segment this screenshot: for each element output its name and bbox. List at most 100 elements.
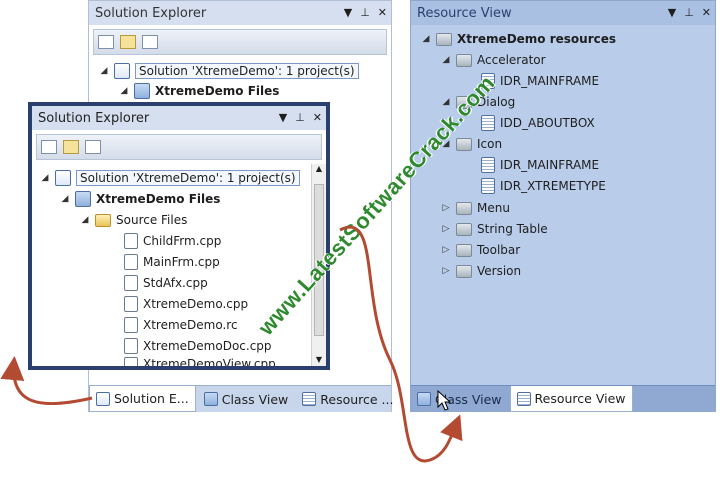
collapse-icon[interactable]: ◢ [60, 194, 70, 204]
expand-icon[interactable]: ▷ [441, 266, 451, 276]
solution-icon [96, 391, 110, 406]
resource-title-buttons: ▼ ⊥ ✕ [668, 7, 711, 19]
dropdown-icon[interactable]: ▼ [279, 112, 287, 124]
tree-label: Icon [477, 137, 503, 151]
tree-label: IDR_MAINFRAME [500, 158, 600, 172]
tree-item-project[interactable]: ◢ XtremeDemo Files [60, 189, 220, 209]
tree-item-file[interactable]: StdAfx.cpp [124, 273, 208, 293]
folder-icon [456, 264, 472, 278]
collapse-icon[interactable]: ◢ [119, 86, 129, 96]
cpp-file-icon [124, 275, 138, 291]
dropdown-icon[interactable]: ▼ [344, 7, 352, 19]
folder-icon [436, 32, 452, 46]
tree-label: XtremeDemo.rc [143, 318, 238, 332]
tab-resource-view[interactable]: Resource ... [296, 386, 399, 412]
resource-icon [516, 391, 531, 406]
resource-tab-strip: Class View Resource View [411, 385, 715, 412]
tree-item-file[interactable]: XtremeDemo.cpp [124, 294, 248, 314]
tree-label: IDD_ABOUTBOX [500, 116, 595, 130]
tab-solution-explorer[interactable]: Solution E... [89, 386, 196, 412]
tree-label: XtremeDemoView.cpp [143, 357, 276, 366]
tab-class-view[interactable]: Class View [198, 386, 295, 412]
pin-icon[interactable]: ⊥ [360, 7, 370, 19]
tree-item-solution[interactable]: ◢ Solution 'XtremeDemo': 1 project(s) [40, 168, 300, 188]
tree-label: ChildFrm.cpp [143, 234, 222, 248]
collapse-icon[interactable]: ◢ [421, 34, 431, 44]
tree-item-file[interactable]: MainFrm.cpp [124, 252, 220, 272]
tree-item-resource[interactable]: IDR_MAINFRAME [481, 71, 599, 91]
tree-item-resource[interactable]: IDR_MAINFRAME [481, 155, 599, 175]
rc-file-icon [124, 317, 138, 333]
cpp-file-icon [124, 233, 138, 249]
tree-item-menu[interactable]: ▷ Menu [441, 198, 510, 218]
tree-item-resource[interactable]: IDR_XTREMETYPE [481, 176, 606, 196]
pin-icon[interactable]: ⊥ [295, 112, 305, 124]
refresh-icon[interactable] [85, 140, 101, 154]
expand-icon[interactable]: ▷ [441, 245, 451, 255]
solution-icon [114, 63, 130, 79]
tab-label: Resource View [534, 391, 626, 406]
expand-icon[interactable]: ▷ [441, 224, 451, 234]
floating-solution-explorer[interactable]: Solution Explorer ▼ ⊥ ✕ ◢ Solution 'Xtre… [28, 102, 330, 370]
class-view-icon [417, 392, 431, 406]
tree-item-accelerator[interactable]: ◢ Accelerator [441, 50, 546, 70]
tree-label: XtremeDemo Files [155, 84, 280, 98]
tab-resource-view[interactable]: Resource View [509, 386, 633, 412]
tree-label: Version [477, 264, 522, 278]
properties-icon[interactable] [98, 35, 114, 49]
tree-label: Toolbar [477, 243, 521, 257]
collapse-icon[interactable]: ◢ [441, 55, 451, 65]
tree-item-version[interactable]: ▷ Version [441, 261, 522, 281]
pin-icon[interactable]: ⊥ [684, 7, 694, 19]
back-titlebar: Solution Explorer ▼ ⊥ ✕ [89, 1, 391, 25]
tree-label: Menu [477, 201, 510, 215]
tree-item-file-partial[interactable]: XtremeDemoView.cpp [124, 357, 276, 366]
scroll-down-icon[interactable]: ▼ [312, 355, 326, 364]
resource-title: Resource View [417, 5, 512, 21]
properties-icon[interactable] [41, 140, 57, 154]
back-title-buttons: ▼ ⊥ ✕ [344, 7, 387, 19]
tree-label: XtremeDemoDoc.cpp [143, 339, 272, 353]
tree-item-resources-root[interactable]: ◢ XtremeDemo resources [421, 29, 616, 49]
tree-item-file[interactable]: XtremeDemoDoc.cpp [124, 336, 272, 356]
scroll-up-icon[interactable]: ▲ [312, 164, 326, 173]
tree-item-solution[interactable]: ◢ Solution 'XtremeDemo': 1 project(s) [99, 61, 359, 81]
collapse-icon[interactable]: ◢ [80, 215, 90, 225]
project-icon [75, 191, 91, 207]
class-view-icon [203, 392, 218, 406]
close-icon[interactable]: ✕ [313, 112, 322, 124]
refresh-icon[interactable] [142, 35, 158, 49]
show-all-files-icon[interactable] [120, 35, 136, 49]
tree-item-source-files[interactable]: ◢ Source Files [80, 210, 188, 230]
expand-icon[interactable]: ▷ [441, 203, 451, 213]
tree-item-resource[interactable]: IDD_ABOUTBOX [481, 113, 595, 133]
cpp-file-icon [124, 338, 138, 354]
tab-class-view[interactable]: Class View [411, 386, 508, 412]
back-title: Solution Explorer [95, 5, 207, 21]
resource-icon [481, 115, 495, 131]
tree-item-toolbar[interactable]: ▷ Toolbar [441, 240, 521, 260]
close-icon[interactable]: ✕ [702, 7, 711, 19]
float-titlebar[interactable]: Solution Explorer ▼ ⊥ ✕ [32, 106, 326, 130]
resource-icon [302, 392, 317, 406]
tree-item-string-table[interactable]: ▷ String Table [441, 219, 548, 239]
tree-label: XtremeDemo resources [457, 32, 617, 46]
float-title: Solution Explorer [38, 110, 150, 126]
close-icon[interactable]: ✕ [378, 7, 387, 19]
tree-item-file[interactable]: XtremeDemo.rc [124, 315, 238, 335]
float-title-buttons: ▼ ⊥ ✕ [279, 112, 322, 124]
collapse-icon[interactable]: ◢ [40, 173, 50, 183]
dropdown-icon[interactable]: ▼ [668, 7, 676, 19]
tree-label: MainFrm.cpp [143, 255, 220, 269]
tree-item-file[interactable]: ChildFrm.cpp [124, 231, 221, 251]
folder-icon [456, 222, 472, 236]
resource-icon [481, 157, 495, 173]
collapse-icon[interactable]: ◢ [99, 66, 109, 76]
tree-label: Solution 'XtremeDemo': 1 project(s) [135, 63, 359, 79]
show-all-files-icon[interactable] [63, 140, 79, 154]
back-toolbar [93, 29, 387, 55]
tree-item-project[interactable]: ◢ XtremeDemo Files [119, 81, 279, 101]
folder-icon [456, 243, 472, 257]
tree-label: XtremeDemo Files [96, 192, 221, 206]
solution-icon [55, 170, 71, 186]
